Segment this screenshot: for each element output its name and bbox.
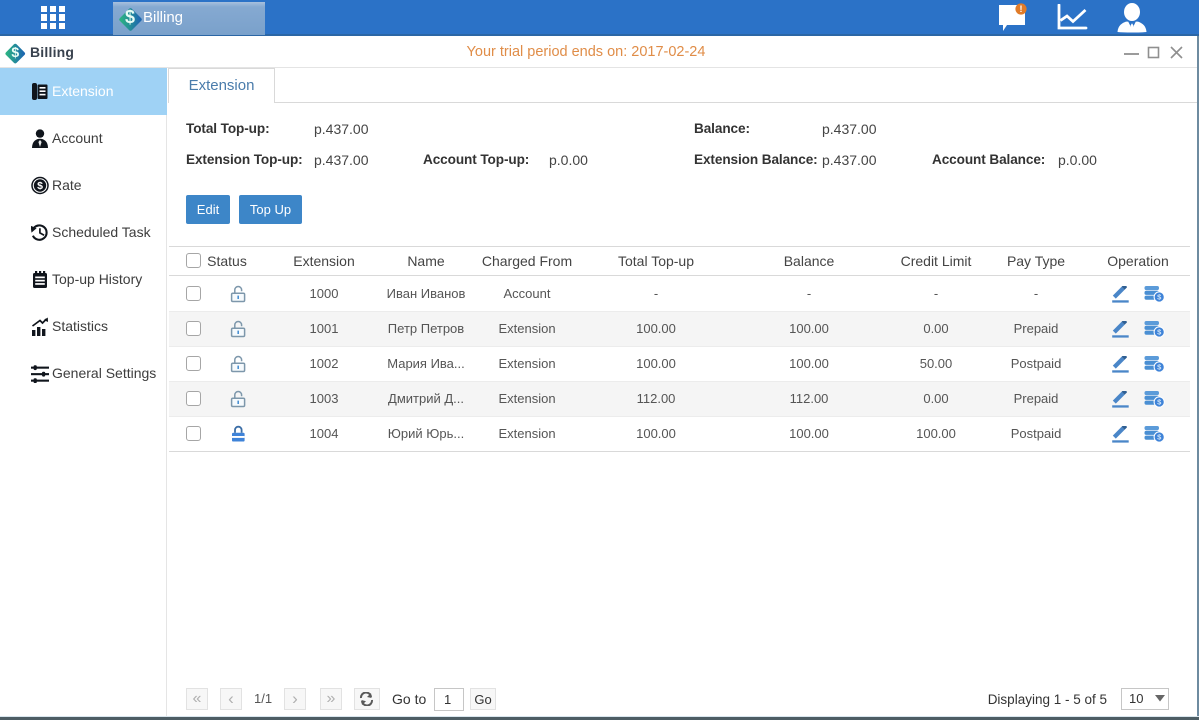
- svg-text:!: !: [1020, 4, 1023, 14]
- svg-text:$: $: [37, 180, 43, 192]
